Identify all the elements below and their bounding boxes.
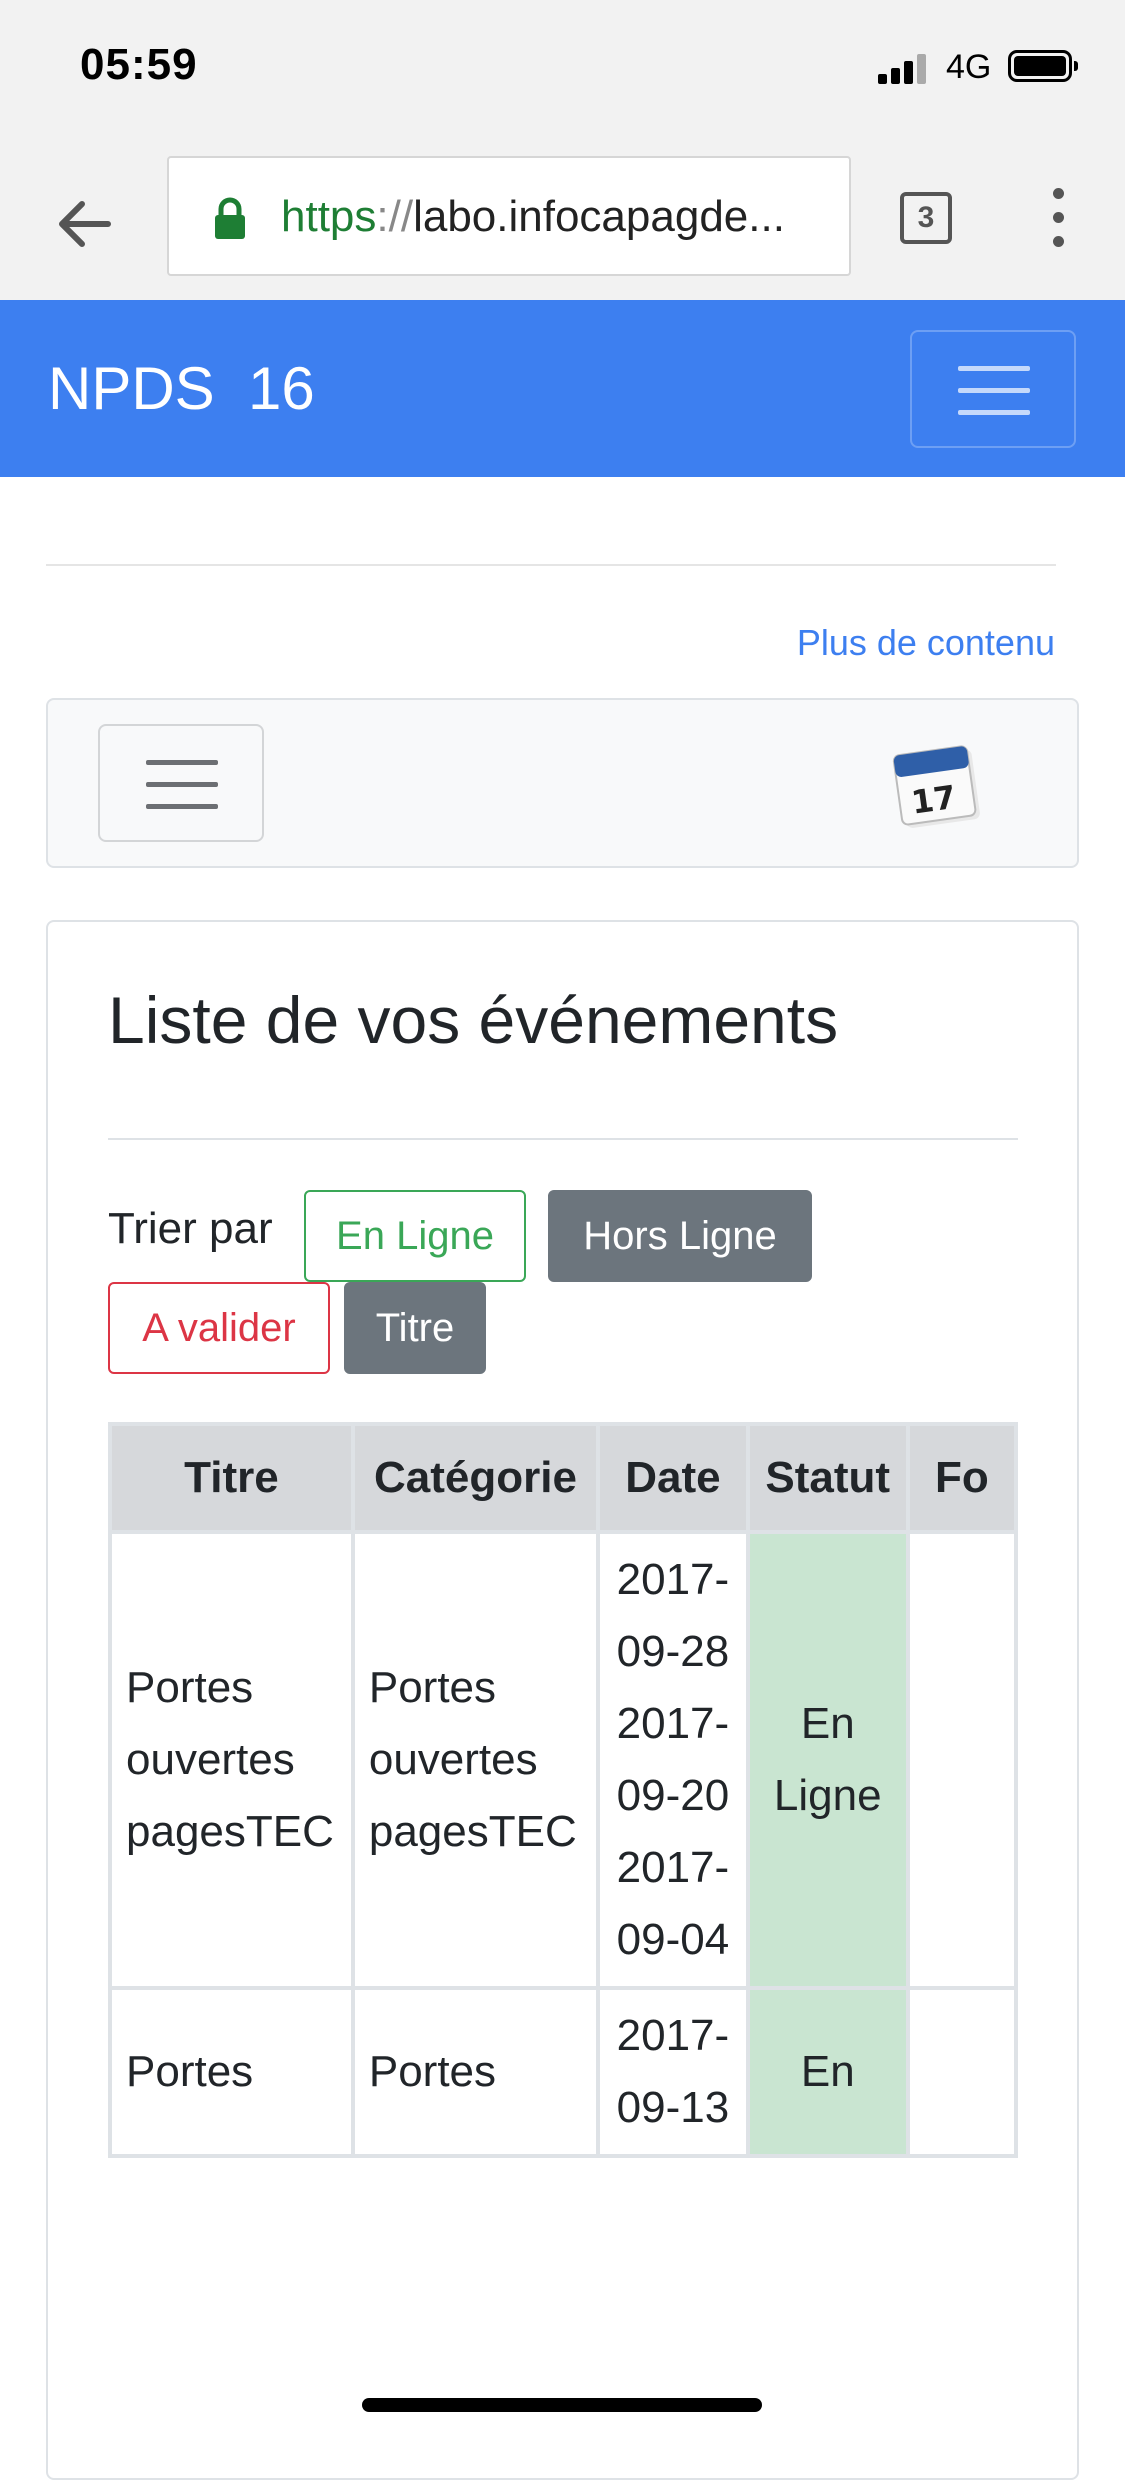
more-content-link[interactable]: Plus de contenu [797,622,1055,664]
cell-fo [905,1530,1018,1990]
cell-title: Portes ouvertes pagesTEC [108,1530,355,1990]
table-row: Portes ouvertes pagesTEC Portes ouvertes … [108,1530,1018,1990]
url-separator: :// [376,192,414,241]
column-header-fo[interactable]: Fo [905,1422,1018,1534]
cell-category: Portes [350,1986,601,2158]
events-card: Liste de vos événements Trier par En Lig… [46,920,1079,2480]
battery-icon [1008,50,1078,82]
column-header-category[interactable]: Catégorie [350,1422,601,1534]
status-time: 05:59 [80,40,198,89]
event-date: 2017-09-28 [616,1555,730,1676]
network-type: 4G [946,48,992,86]
page-title: Liste de vos événements [108,983,839,1057]
sort-to-validate-button[interactable]: A valider [108,1282,330,1374]
column-header-status[interactable]: Statut [745,1422,910,1534]
sort-title-button[interactable]: Titre [344,1282,486,1374]
cell-status: En [745,1986,910,2158]
url-scheme: https [281,192,377,241]
navbar-toggler-button[interactable] [910,330,1076,448]
calendar-icon[interactable]: 17 [892,740,984,830]
event-date: 2017-09-04 [616,1843,730,1964]
event-date: 2017-09-20 [616,1699,730,1820]
table-header-row: Titre Catégorie Date Statut Fo [108,1422,1018,1534]
cell-date: 2017-09-13 [596,1986,750,2158]
svg-text:17: 17 [909,778,958,822]
url-text[interactable]: https://labo.infocapagde... [281,192,841,242]
table-row: Portes Portes 2017-09-13 En [108,1986,1018,2158]
events-table-container[interactable]: Titre Catégorie Date Statut Fo Portes ou… [108,1422,1018,2478]
column-header-date[interactable]: Date [596,1422,750,1534]
event-date: 2017-09-13 [616,2011,730,2132]
cell-status: En Ligne [745,1530,910,1990]
tabs-icon[interactable]: 3 [900,192,952,244]
back-arrow-icon[interactable] [52,192,116,256]
cell-fo [905,1986,1018,2158]
browser-toolbar: https://labo.infocapagde... 3 [0,140,1125,300]
hamburger-icon [146,760,218,765]
address-bar[interactable]: https://labo.infocapagde... [167,156,851,276]
sort-online-button[interactable]: En Ligne [304,1190,526,1282]
cell-title: Portes [108,1986,355,2158]
url-host: labo.infocapagde... [413,192,785,241]
divider [46,564,1056,566]
home-indicator [362,2398,762,2412]
cell-category: Portes ouvertes pagesTEC [350,1530,601,1990]
hamburger-icon [958,366,1030,371]
signal-icon [878,52,930,84]
lock-icon [215,197,245,239]
status-bar: 05:59 4G [0,0,1125,140]
divider [108,1138,1018,1140]
events-table: Titre Catégorie Date Statut Fo Portes ou… [108,1422,1018,2158]
site-brand[interactable]: NPDS 16 [48,354,315,423]
kebab-menu-icon[interactable] [1046,188,1070,248]
column-header-title[interactable]: Titre [108,1422,355,1534]
calendar-menu-toggler-button[interactable] [98,724,264,842]
sort-label: Trier par [108,1204,273,1253]
cell-date: 2017-09-28 2017-09-20 2017-09-04 [596,1530,750,1990]
site-navbar: NPDS 16 [0,300,1125,477]
calendar-navbar: 17 [46,698,1079,868]
sort-offline-button[interactable]: Hors Ligne [548,1190,812,1282]
